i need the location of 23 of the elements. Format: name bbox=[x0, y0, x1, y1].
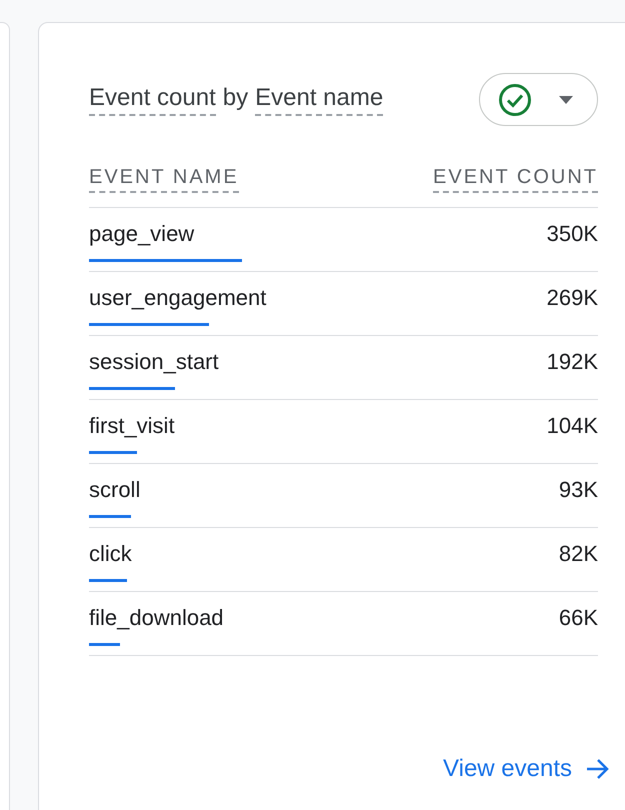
dimension-label: Event name bbox=[255, 84, 384, 116]
event-name: click bbox=[89, 541, 132, 567]
event-name: page_view bbox=[89, 221, 194, 247]
status-dropdown[interactable] bbox=[479, 73, 598, 126]
caret-icon bbox=[559, 96, 573, 104]
event-count: 93K bbox=[558, 477, 598, 503]
event-count: 104K bbox=[546, 413, 598, 439]
metric-label: Event count bbox=[89, 84, 216, 116]
event-count: 82K bbox=[558, 541, 598, 567]
view-events-link[interactable]: View events bbox=[443, 755, 610, 783]
column-header: EVENT COUNT bbox=[433, 166, 598, 193]
event-name: file_download bbox=[89, 605, 224, 631]
event-count: 269K bbox=[546, 285, 598, 311]
event-name: first_visit bbox=[89, 413, 175, 439]
event-count: 192K bbox=[546, 349, 598, 375]
arrow-right-icon bbox=[586, 758, 610, 780]
title-text: by bbox=[222, 84, 248, 112]
column-header: EVENT NAME bbox=[89, 166, 239, 193]
event-name: session_start bbox=[89, 349, 219, 375]
event-count: 350K bbox=[546, 221, 598, 247]
event-name: user_engagement bbox=[89, 285, 266, 311]
event-name: scroll bbox=[89, 477, 140, 503]
event-count: 66K bbox=[558, 605, 598, 631]
